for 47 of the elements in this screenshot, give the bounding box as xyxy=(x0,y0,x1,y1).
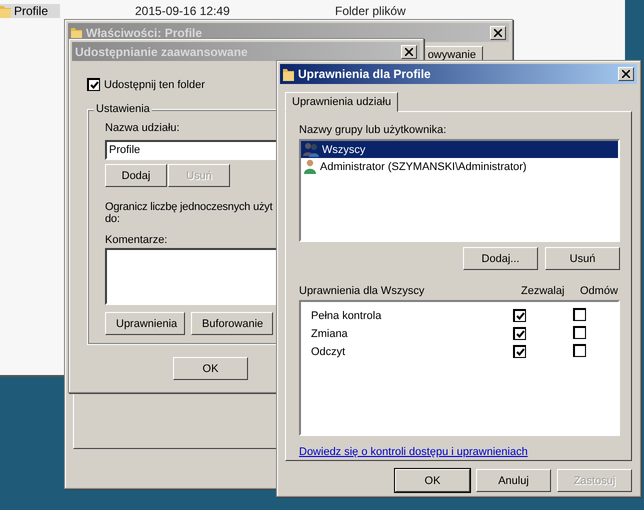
column-header: Zezwalaj xyxy=(521,285,566,297)
file-name[interactable]: Profile xyxy=(0,4,60,18)
close-icon xyxy=(494,28,502,36)
button[interactable]: Uprawnienia xyxy=(105,312,185,335)
checkbox[interactable] xyxy=(87,78,100,91)
users-icon xyxy=(303,142,319,157)
permission-name: Pełna kontrola xyxy=(311,310,382,322)
user-icon xyxy=(303,159,317,174)
checkbox[interactable] xyxy=(573,344,586,357)
checkbox-label: Udostępnij ten folder xyxy=(104,78,205,90)
limit-text: Ogranicz liczbę jednoczesnych użyt do: xyxy=(105,201,272,225)
checkbox[interactable] xyxy=(513,327,526,340)
user-item[interactable]: Wszyscy xyxy=(301,141,618,158)
permission-name: Odczyt xyxy=(311,346,346,358)
checkbox[interactable] xyxy=(513,309,526,322)
title-bar: Uprawnienia dla Profile xyxy=(280,64,637,84)
button[interactable]: Anuluj xyxy=(476,469,551,492)
folder-icon xyxy=(71,26,82,40)
group-title: Ustawienia xyxy=(94,103,152,115)
tab[interactable]: Uprawnienia udziału xyxy=(285,92,398,112)
button[interactable]: Dodaj xyxy=(105,164,167,187)
checkbox[interactable] xyxy=(573,326,586,339)
permission-name: Zmiana xyxy=(311,328,349,340)
close-button[interactable] xyxy=(490,26,506,40)
field-label: Nazwa udziału: xyxy=(105,122,180,134)
close-icon xyxy=(622,70,630,78)
column-header: Odmów xyxy=(580,285,619,297)
close-button[interactable] xyxy=(401,44,417,58)
list-label: Nazwy grupy lub użytkownika: xyxy=(299,124,446,136)
file-date: 2015-09-16 12:49 xyxy=(135,4,231,18)
folder-icon xyxy=(0,4,11,18)
folder-icon xyxy=(283,67,294,81)
ok-button[interactable]: OK xyxy=(173,357,248,380)
field-label: Komentarze: xyxy=(105,234,168,246)
title-bar: Udostępnianie zaawansowane xyxy=(72,42,420,61)
button[interactable]: Dodaj... xyxy=(463,247,538,270)
button[interactable]: OK xyxy=(395,469,470,492)
user-item[interactable]: Administrator (SZYMANSKI\Administrator) xyxy=(301,158,618,175)
close-button[interactable] xyxy=(618,67,634,81)
close-icon xyxy=(405,48,413,56)
button[interactable]: Buforowanie xyxy=(191,312,273,335)
column-header: Uprawnienia dla Wszyscy xyxy=(299,285,426,297)
checkbox[interactable] xyxy=(573,308,586,321)
file-type: Folder plików xyxy=(335,4,407,18)
help-link[interactable]: Dowiedz się o kontroli dostępu i uprawnieniach xyxy=(299,446,528,458)
button[interactable]: Usuń xyxy=(545,247,620,270)
checkbox[interactable] xyxy=(513,345,526,358)
